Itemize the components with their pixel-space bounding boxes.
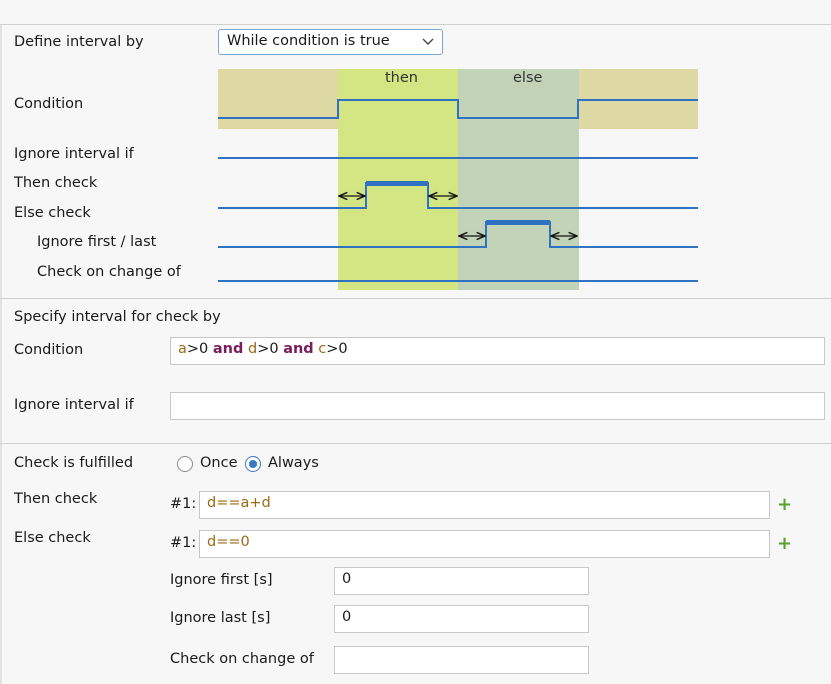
add-then-check-plus-icon[interactable]: +	[777, 494, 792, 515]
diagram-else-check-label: Else check	[14, 205, 91, 221]
condition-token: >0	[186, 341, 213, 357]
ignore-last-label: Ignore last [s]	[170, 610, 271, 626]
condition-token: a	[178, 341, 187, 357]
then-check-input[interactable]: d==a+d	[199, 491, 770, 519]
condition-token: and	[283, 341, 314, 357]
always-label[interactable]: Always	[268, 455, 319, 471]
section-divider-1	[0, 298, 831, 299]
then-check-index: #1:	[170, 496, 197, 512]
diagram-ignore-interval-label: Ignore interval if	[14, 146, 134, 162]
condition-token: and	[212, 341, 244, 357]
condition-token: >0	[326, 341, 348, 357]
check-on-change-label: Check on change of	[170, 651, 314, 667]
once-label[interactable]: Once	[200, 455, 238, 471]
else-check-input[interactable]: d==0	[199, 530, 770, 558]
diagram-check-on-change-label: Check on change of	[37, 264, 181, 280]
specify-ignore-label: Ignore interval if	[14, 397, 134, 413]
then-check-label: Then check	[14, 491, 98, 507]
then-check-active	[366, 181, 428, 186]
condition-token: >0	[257, 341, 284, 357]
ignore-interval-input[interactable]	[170, 392, 825, 420]
diagram-condition-label: Condition	[14, 96, 84, 112]
specify-condition-label: Condition	[14, 342, 84, 358]
diagram-ignore-first-last-label: Ignore first / last	[37, 234, 157, 250]
check-on-change-input[interactable]	[334, 646, 589, 674]
condition-input[interactable]: a>0 and d>0 and c>0	[170, 337, 825, 365]
then-region	[338, 69, 458, 290]
ignore-first-label: Ignore first [s]	[170, 572, 273, 588]
add-else-check-plus-icon[interactable]: +	[777, 533, 792, 554]
else-region	[458, 69, 579, 290]
once-radio[interactable]	[177, 456, 193, 472]
else-check-index: #1:	[170, 535, 197, 551]
check-fulfilled-label: Check is fulfilled	[14, 455, 134, 471]
diagram-then-check-label: Then check	[14, 175, 98, 191]
else-label: else	[513, 70, 543, 86]
else-check-active	[486, 220, 550, 225]
ignore-first-input[interactable]: 0	[334, 567, 589, 595]
then-label: then	[385, 70, 418, 86]
section-divider-2	[0, 443, 831, 444]
always-radio[interactable]	[245, 456, 261, 472]
else-check-label: Else check	[14, 530, 91, 546]
ignore-last-input[interactable]: 0	[334, 605, 589, 633]
condition-token: d	[247, 341, 258, 357]
specify-header: Specify interval for check by	[14, 309, 221, 325]
